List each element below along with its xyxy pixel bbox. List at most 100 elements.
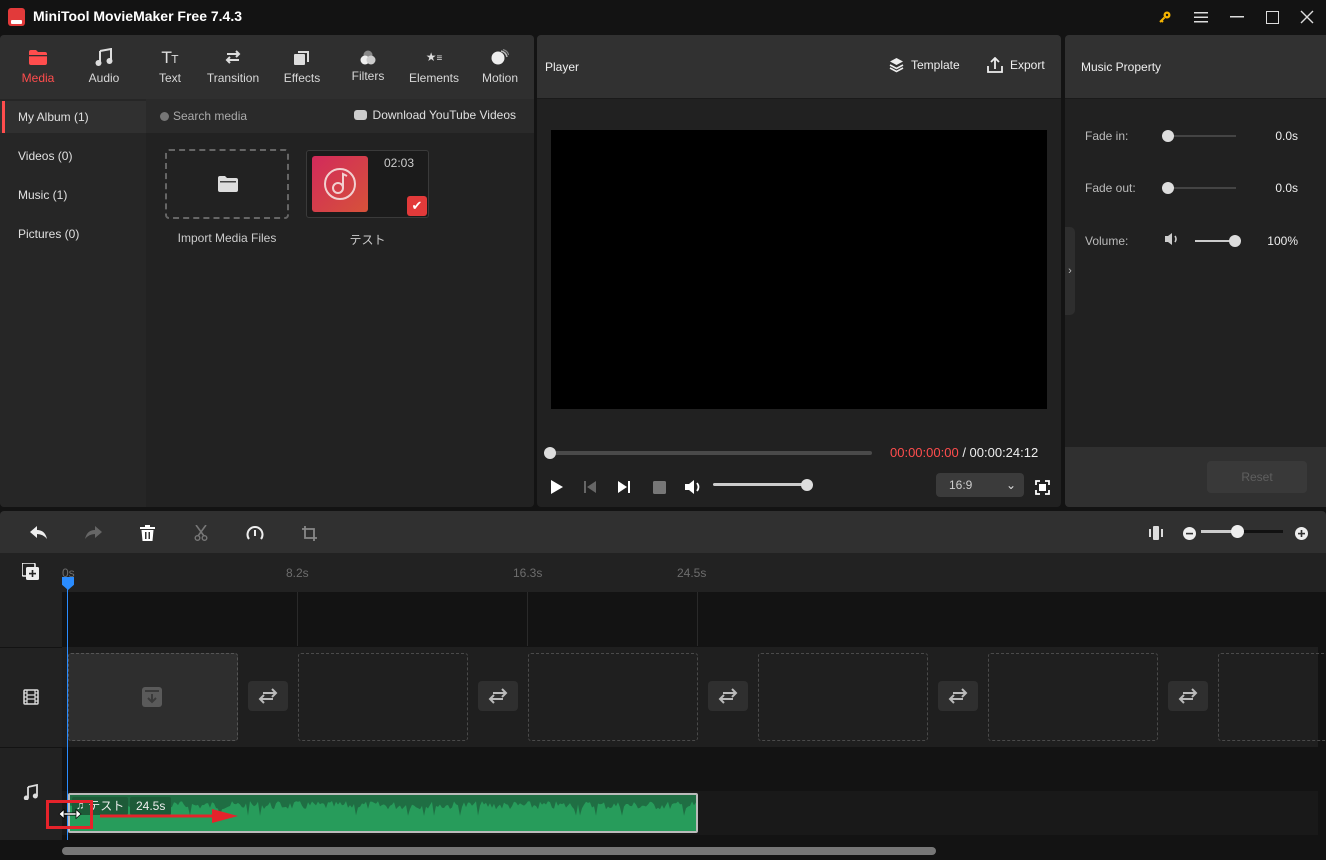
tab-transition[interactable]: Transition <box>200 35 266 99</box>
transition-button[interactable] <box>1168 681 1208 711</box>
download-youtube-button[interactable]: Download YouTube Videos <box>353 108 516 122</box>
reset-button[interactable]: Reset <box>1207 461 1307 493</box>
music-property-panel: Music Property Fade in: 0.0s Fade out: 0… <box>1065 35 1326 507</box>
album-item-pictures[interactable]: Pictures (0) <box>0 218 146 250</box>
volume-button[interactable] <box>683 477 703 497</box>
tab-audio[interactable]: Audio <box>71 35 137 99</box>
volume-slider[interactable] <box>713 483 807 486</box>
tab-text[interactable]: TT Text <box>137 35 203 99</box>
menu-icon[interactable] <box>1188 6 1214 28</box>
play-icon <box>551 480 563 494</box>
app-logo-icon <box>8 8 25 26</box>
aspect-ratio-select[interactable]: 16:9 ⌄ <box>936 473 1024 497</box>
player-title: Player <box>545 60 580 74</box>
split-button[interactable] <box>190 522 212 544</box>
volume-slider-handle[interactable] <box>801 479 813 491</box>
template-button[interactable]: Template <box>889 57 960 73</box>
key-icon[interactable] <box>1152 6 1178 28</box>
property-volume-handle[interactable] <box>1229 235 1241 247</box>
crop-button[interactable] <box>298 522 320 544</box>
fade-out-handle[interactable] <box>1162 182 1174 194</box>
timeline-ruler[interactable]: 0s 8.2s 16.3s 24.5s <box>0 553 1326 592</box>
timeline-zoom-handle[interactable] <box>1231 525 1244 538</box>
close-button[interactable] <box>1294 6 1320 28</box>
minimize-button[interactable] <box>1224 6 1250 28</box>
speed-button[interactable] <box>244 522 266 544</box>
transition-button[interactable] <box>478 681 518 711</box>
video-slot[interactable] <box>1218 653 1326 741</box>
audio-track[interactable]: ♫ テスト 24.5s <box>62 791 1318 835</box>
video-slot-drop[interactable] <box>68 653 238 741</box>
video-track-icon <box>23 689 39 708</box>
transition-button[interactable] <box>708 681 748 711</box>
video-slot[interactable] <box>528 653 698 741</box>
previous-frame-button[interactable] <box>580 477 600 497</box>
selected-check-icon[interactable]: ✔ <box>407 196 427 216</box>
property-footer: Reset <box>1065 447 1326 507</box>
delete-button[interactable] <box>136 522 158 544</box>
fit-zoom-icon <box>1149 526 1163 540</box>
volume-label: Volume: <box>1085 234 1129 248</box>
tab-motion[interactable]: Motion <box>467 35 533 99</box>
album-item-music[interactable]: Music (1) <box>0 179 146 211</box>
next-frame-button[interactable] <box>614 477 634 497</box>
export-label: Export <box>1010 58 1045 72</box>
album-item-my-album[interactable]: My Album (1) <box>0 101 146 133</box>
transition-button[interactable] <box>938 681 978 711</box>
undo-button[interactable] <box>28 522 50 544</box>
media-toolbar: Search media Download YouTube Videos <box>146 99 534 133</box>
tab-media[interactable]: Media <box>5 35 71 99</box>
video-track[interactable] <box>62 647 1326 747</box>
timeline-horizontal-scrollbar[interactable] <box>62 847 936 855</box>
fade-in-slider[interactable] <box>1168 135 1236 137</box>
music-thumbnail <box>312 156 368 212</box>
collapse-panel-handle[interactable]: › <box>1065 227 1075 315</box>
fit-timeline-button[interactable] <box>1145 522 1167 544</box>
export-button[interactable]: Export <box>987 57 1045 73</box>
tab-filters[interactable]: Filters <box>335 35 401 99</box>
redo-button[interactable] <box>82 522 104 544</box>
resize-cursor-icon <box>58 808 82 820</box>
media-item-name: テスト <box>349 233 386 247</box>
tab-elements[interactable]: ★≡ Elements <box>401 35 467 99</box>
aspect-ratio-value: 16:9 <box>949 478 973 492</box>
fade-in-handle[interactable] <box>1162 130 1174 142</box>
ruler-tick: 24.5s <box>677 566 707 580</box>
album-sidebar: My Album (1) Videos (0) Music (1) Pictur… <box>0 99 146 507</box>
video-slot[interactable] <box>758 653 928 741</box>
seek-bar[interactable] <box>549 451 872 455</box>
property-title: Music Property <box>1081 60 1162 74</box>
media-item-card[interactable]: 02:03 ✔ <box>306 150 429 218</box>
seek-handle[interactable] <box>544 447 556 459</box>
zoom-out-button[interactable] <box>1178 522 1200 544</box>
add-track-icon <box>21 562 39 580</box>
tab-effects[interactable]: Effects <box>269 35 335 99</box>
video-slot[interactable] <box>298 653 468 741</box>
transition-icon <box>224 47 242 67</box>
title-bar: MiniTool MovieMaker Free 7.4.3 <box>0 0 1326 34</box>
time-display: 00:00:00:00 / 00:00:24:12 <box>890 445 1038 460</box>
tab-label: Text <box>158 71 181 85</box>
album-item-videos[interactable]: Videos (0) <box>0 140 146 172</box>
search-media-input[interactable]: Search media <box>160 109 247 123</box>
add-track-button[interactable] <box>21 562 40 584</box>
media-area: Search media Download YouTube Videos Imp… <box>146 99 534 507</box>
import-media-button[interactable] <box>165 149 289 219</box>
search-icon <box>160 112 169 121</box>
zoom-in-button[interactable] <box>1290 522 1312 544</box>
drop-media-icon <box>142 687 162 710</box>
total-time: / 00:00:24:12 <box>962 445 1039 460</box>
video-slot[interactable] <box>988 653 1158 741</box>
fade-out-slider[interactable] <box>1168 187 1236 189</box>
fullscreen-button[interactable] <box>1032 477 1052 497</box>
play-button[interactable] <box>547 477 567 497</box>
music-note-icon <box>324 168 356 200</box>
tab-label: Effects <box>283 71 321 85</box>
maximize-button[interactable] <box>1259 6 1285 28</box>
transition-icon <box>718 688 738 704</box>
media-duration: 02:03 <box>383 156 414 170</box>
stop-button[interactable] <box>649 477 669 497</box>
fade-in-value: 0.0s <box>1275 129 1298 143</box>
folder-icon <box>218 176 238 195</box>
transition-button[interactable] <box>248 681 288 711</box>
